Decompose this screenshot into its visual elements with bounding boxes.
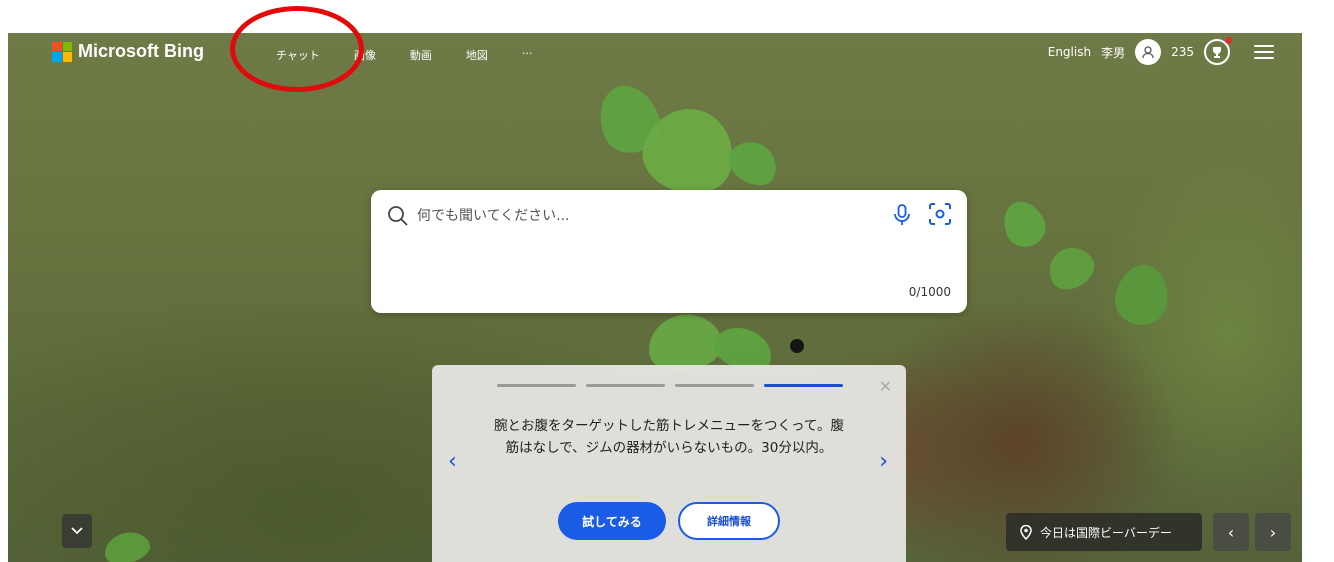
next-arrow-icon[interactable]: ›: [879, 449, 888, 474]
location-pin-icon: [1020, 524, 1032, 540]
progress-step[interactable]: [497, 384, 576, 387]
visual-search-icon[interactable]: [927, 201, 953, 227]
image-info-bar[interactable]: 今日は国際ビーバーデー: [1006, 513, 1202, 551]
try-button[interactable]: 試してみる: [558, 502, 666, 540]
suggestion-card: ✕ ‹ 腕とお腹をターゲットした筋トレメニューをつくって。腹筋はなしで、ジムの器…: [432, 365, 906, 562]
character-counter: 0/1000: [908, 285, 951, 299]
leaf: [721, 133, 785, 193]
more-info-button[interactable]: 詳細情報: [678, 502, 780, 540]
leaf: [1111, 260, 1173, 330]
nav-videos[interactable]: 動画: [410, 47, 432, 63]
notification-dot: [1225, 37, 1232, 44]
leaf: [100, 527, 154, 562]
header: Microsoft Bing チャット 画像 動画 地図 ··· English…: [8, 33, 1302, 79]
chevron-left-icon: ‹: [1227, 522, 1235, 542]
avatar[interactable]: [1135, 39, 1162, 65]
image-title: 今日は国際ビーバーデー: [1040, 525, 1172, 540]
progress-step[interactable]: [675, 384, 754, 387]
microsoft-logo-icon: [52, 41, 72, 62]
main-nav: チャット 画像 動画 地図 ···: [276, 47, 532, 63]
carousel-progress: [497, 384, 843, 387]
prev-image-button[interactable]: ‹: [1213, 513, 1249, 551]
suggestion-text: 腕とお腹をターゲットした筋トレメニューをつくって。腹筋はなしで、ジムの器材がいら…: [494, 418, 844, 456]
next-image-button[interactable]: ›: [1255, 513, 1291, 551]
search-icon: [388, 206, 408, 226]
search-box: 0/1000: [371, 190, 967, 313]
nav-images[interactable]: 画像: [354, 47, 376, 63]
language-link[interactable]: English: [1048, 45, 1091, 59]
rewards-trophy-icon[interactable]: [1204, 37, 1232, 65]
user-icon: [1142, 46, 1154, 59]
beaver-eye: [790, 339, 804, 353]
brand-name: Microsoft Bing: [78, 41, 204, 61]
rewards-points[interactable]: 235: [1171, 45, 1194, 59]
leaf: [996, 194, 1052, 254]
progress-step[interactable]: [586, 384, 665, 387]
leaf: [1041, 239, 1101, 297]
search-input[interactable]: [415, 204, 859, 228]
scroll-down-button[interactable]: [62, 514, 92, 548]
chevron-right-icon: ›: [1269, 522, 1277, 542]
menu-icon[interactable]: [1254, 45, 1274, 59]
chevron-down-icon: [71, 527, 83, 535]
progress-step-active[interactable]: [764, 384, 843, 387]
nav-chat[interactable]: チャット: [276, 47, 320, 63]
bing-logo[interactable]: Microsoft Bing: [52, 41, 204, 62]
nav-more[interactable]: ···: [522, 47, 533, 63]
close-icon[interactable]: ✕: [879, 377, 892, 396]
header-right: English 李男 235: [1048, 37, 1274, 65]
nav-maps[interactable]: 地図: [466, 47, 488, 63]
prev-arrow-icon[interactable]: ‹: [448, 449, 457, 474]
microphone-icon[interactable]: [893, 203, 911, 227]
username[interactable]: 李男: [1101, 44, 1125, 61]
